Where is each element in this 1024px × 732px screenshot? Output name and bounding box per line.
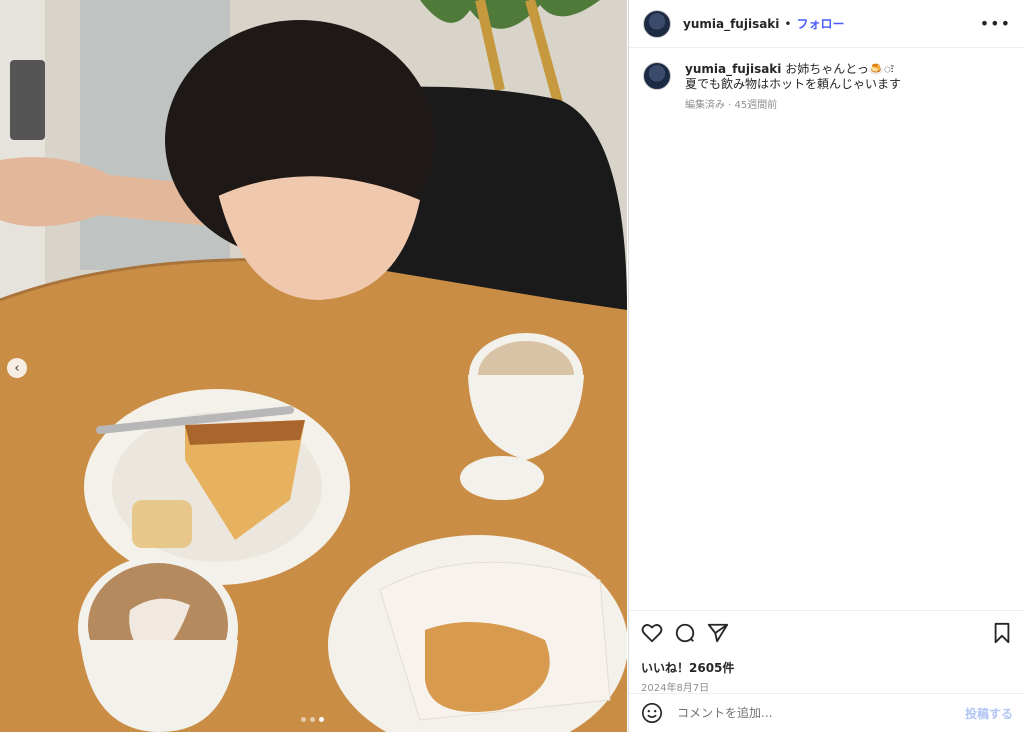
caption-body: yumia_fujisaki お姉ちゃんとっ🍮ः 夏でも飲み物はホットを頼んじゃ…: [685, 62, 901, 113]
comment-icon[interactable]: [674, 622, 696, 644]
post-date: 2024年8月7日: [641, 683, 710, 694]
post-side-panel: yumia_fujisaki • フォロー ••• yumia_fujisaki…: [628, 0, 1024, 732]
comment-bar: 投稿する: [629, 693, 1024, 732]
caption-line1: お姉ちゃんとっ🍮ः: [785, 62, 894, 76]
action-icons: [641, 619, 1013, 647]
post-header: yumia_fujisaki • フォロー •••: [629, 0, 1024, 48]
comment-input[interactable]: [675, 705, 965, 721]
bookmark-icon[interactable]: [991, 622, 1013, 644]
chevron-left-icon: ‹: [14, 360, 20, 376]
caption-username[interactable]: yumia_fujisaki: [685, 62, 781, 76]
more-icon[interactable]: •••: [980, 14, 1011, 33]
follow-button[interactable]: フォロー: [796, 15, 844, 32]
carousel-dot-active: [319, 717, 324, 722]
caption-line2: 夏でも飲み物はホットを頼んじゃいます: [685, 77, 902, 91]
share-icon[interactable]: [707, 622, 729, 644]
like-count[interactable]: いいね！2605件: [641, 659, 1013, 676]
post-photo[interactable]: ‹: [0, 0, 627, 732]
carousel-prev-button[interactable]: ‹: [7, 358, 27, 378]
heart-icon[interactable]: [641, 622, 663, 644]
post-comment-button[interactable]: 投稿する: [965, 705, 1013, 722]
caption-avatar[interactable]: [643, 62, 671, 90]
avatar[interactable]: [643, 9, 671, 38]
header-separator: •: [784, 16, 792, 31]
emoji-icon[interactable]: [641, 702, 663, 724]
carousel-dot: [310, 717, 315, 722]
header-username[interactable]: yumia_fujisaki: [683, 17, 779, 31]
carousel-dot: [301, 717, 306, 722]
photo-illustration: [0, 0, 627, 732]
caption: yumia_fujisaki お姉ちゃんとっ🍮ः 夏でも飲み物はホットを頼んじゃ…: [629, 48, 1024, 113]
caption-meta: 編集済み · 45週間前: [685, 100, 778, 111]
carousel-dots: [301, 717, 324, 722]
post-actions: いいね！2605件 2024年8月7日: [629, 610, 1024, 694]
